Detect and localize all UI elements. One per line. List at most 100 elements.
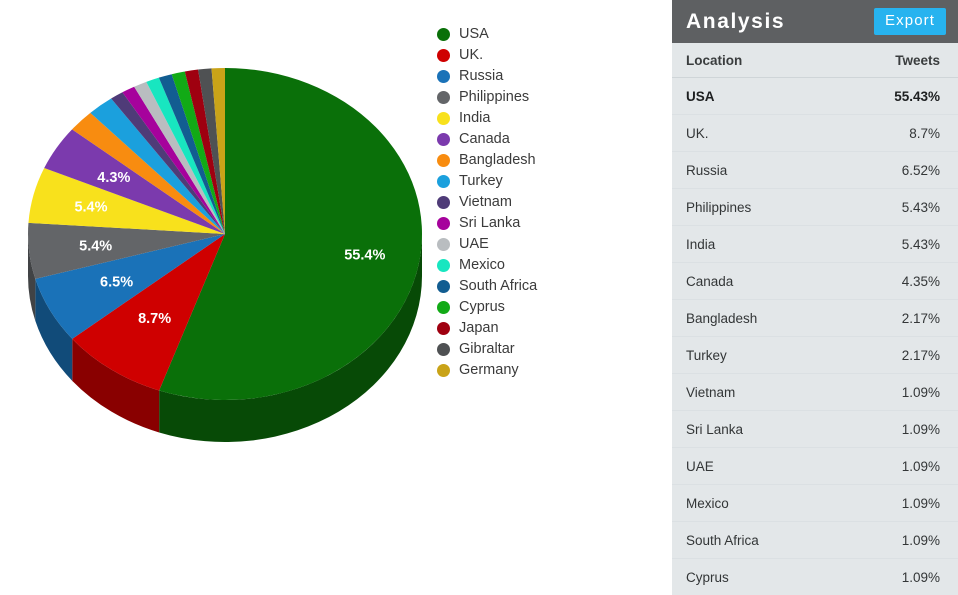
table-header-row: Location Tweets xyxy=(672,43,958,78)
cell-location: UAE xyxy=(686,458,714,474)
legend-item[interactable]: Turkey xyxy=(437,171,652,192)
legend-item-label: Cyprus xyxy=(459,299,505,316)
legend-swatch-icon xyxy=(437,91,450,104)
legend-item-label: Philippines xyxy=(459,89,530,106)
pie-slice-label: 5.4% xyxy=(74,200,107,216)
table-row[interactable]: India 5.43% xyxy=(672,226,958,263)
legend-item[interactable]: Bangladesh xyxy=(437,150,652,171)
legend-item[interactable]: Sri Lanka xyxy=(437,213,652,234)
cell-location: South Africa xyxy=(686,532,759,548)
analysis-panel-header: Analysis Export xyxy=(672,0,958,43)
analysis-dashboard: 55.4% 8.7% 6.5% 5.4% 5.4% 4.3% USA UK. Russia Ph… xyxy=(0,0,958,595)
legend-item[interactable]: UK. xyxy=(437,45,652,66)
legend-swatch-icon xyxy=(437,217,450,230)
legend-item-label: Mexico xyxy=(459,257,505,274)
legend-item[interactable]: Cyprus xyxy=(437,297,652,318)
table-row[interactable]: Sri Lanka 1.09% xyxy=(672,411,958,448)
table-row[interactable]: UK. 8.7% xyxy=(672,115,958,152)
cell-location: Canada xyxy=(686,273,734,289)
table-row[interactable]: Vietnam 1.09% xyxy=(672,374,958,411)
legend-item[interactable]: Germany xyxy=(437,360,652,381)
table-row[interactable]: Canada 4.35% xyxy=(672,263,958,300)
cell-tweets: 1.09% xyxy=(901,421,940,437)
cell-tweets: 1.09% xyxy=(901,458,940,474)
legend-item-label: Sri Lanka xyxy=(459,215,521,232)
table-row[interactable]: USA 55.43% xyxy=(672,78,958,115)
legend-item-label: India xyxy=(459,110,491,127)
legend-swatch-icon xyxy=(437,49,450,62)
cell-tweets: 4.35% xyxy=(901,273,940,289)
legend-item-label: Bangladesh xyxy=(459,152,536,169)
legend-swatch-icon xyxy=(437,364,450,377)
legend-item-label: South Africa xyxy=(459,278,538,295)
legend-swatch-icon xyxy=(437,28,450,41)
legend-item-label: Japan xyxy=(459,320,499,337)
cell-tweets: 6.52% xyxy=(901,162,940,178)
table-row[interactable]: South Africa 1.09% xyxy=(672,522,958,559)
cell-location: USA xyxy=(686,88,715,104)
legend-swatch-icon xyxy=(437,343,450,356)
table-row[interactable]: Mexico 1.09% xyxy=(672,485,958,522)
pie-top-layer xyxy=(27,68,423,401)
pie-chart-svg: 55.4% 8.7% 6.5% 5.4% 5.4% 4.3% xyxy=(27,68,423,442)
legend-swatch-icon xyxy=(437,70,450,83)
cell-location: Mexico xyxy=(686,495,729,511)
cell-tweets: 1.09% xyxy=(901,532,940,548)
legend-item[interactable]: UAE xyxy=(437,234,652,255)
legend-item[interactable]: USA xyxy=(437,24,652,45)
cell-location: Russia xyxy=(686,162,728,178)
legend-item-label: Turkey xyxy=(459,173,503,190)
legend-item[interactable]: Gibraltar xyxy=(437,339,652,360)
column-header-location: Location xyxy=(686,52,743,68)
legend-item-label: UAE xyxy=(459,236,489,253)
legend-item[interactable]: Japan xyxy=(437,318,652,339)
cell-tweets: 1.09% xyxy=(901,495,940,511)
legend-swatch-icon xyxy=(437,301,450,314)
legend-item-label: USA xyxy=(459,26,489,43)
table-row[interactable]: Russia 6.52% xyxy=(672,152,958,189)
cell-location: Cyprus xyxy=(686,569,729,585)
legend-item[interactable]: Canada xyxy=(437,129,652,150)
cell-location: Vietnam xyxy=(686,384,736,400)
pie-chart: 55.4% 8.7% 6.5% 5.4% 5.4% 4.3% xyxy=(18,62,433,442)
legend-item[interactable]: Vietnam xyxy=(437,192,652,213)
legend-swatch-icon xyxy=(437,133,450,146)
cell-location: UK. xyxy=(686,125,709,141)
legend-item[interactable]: India xyxy=(437,108,652,129)
table-row[interactable]: UAE 1.09% xyxy=(672,448,958,485)
column-header-tweets: Tweets xyxy=(895,52,940,68)
legend-swatch-icon xyxy=(437,322,450,335)
legend-swatch-icon xyxy=(437,280,450,293)
legend-item[interactable]: Philippines xyxy=(437,87,652,108)
table-row[interactable]: Bangladesh 2.17% xyxy=(672,300,958,337)
pie-slice-label: 5.4% xyxy=(79,238,112,254)
cell-tweets: 8.7% xyxy=(909,125,940,141)
cell-location: Philippines xyxy=(686,199,752,215)
legend-item-label: Germany xyxy=(459,362,519,379)
table-row[interactable]: Philippines 5.43% xyxy=(672,189,958,226)
legend-item-label: UK. xyxy=(459,47,484,64)
cell-tweets: 55.43% xyxy=(894,88,940,104)
table-row[interactable]: Turkey 2.17% xyxy=(672,337,958,374)
legend-swatch-icon xyxy=(437,154,450,167)
legend-swatch-icon xyxy=(437,196,450,209)
legend-item[interactable]: Mexico xyxy=(437,255,652,276)
pie-slice-label: 6.5% xyxy=(100,274,133,290)
legend-swatch-icon xyxy=(437,259,450,272)
pie-slice-label: 8.7% xyxy=(138,311,171,327)
legend-item-label: Vietnam xyxy=(459,194,512,211)
cell-location: India xyxy=(686,236,716,252)
cell-tweets: 5.43% xyxy=(901,199,940,215)
export-button[interactable]: Export xyxy=(874,8,946,35)
legend-item[interactable]: South Africa xyxy=(437,276,652,297)
chart-legend: USA UK. Russia Philippines India Canada Bangla… xyxy=(437,24,652,381)
panel-title: Analysis xyxy=(686,9,786,33)
legend-swatch-icon xyxy=(437,112,450,125)
legend-swatch-icon xyxy=(437,238,450,251)
cell-tweets: 2.17% xyxy=(901,347,940,363)
pie-slice-label: 4.3% xyxy=(97,170,130,186)
analysis-panel: Analysis Export Location Tweets USA 55.43… xyxy=(672,0,958,595)
table-row[interactable]: Cyprus 1.09% xyxy=(672,559,958,595)
legend-item-label: Russia xyxy=(459,68,504,85)
legend-item[interactable]: Russia xyxy=(437,66,652,87)
